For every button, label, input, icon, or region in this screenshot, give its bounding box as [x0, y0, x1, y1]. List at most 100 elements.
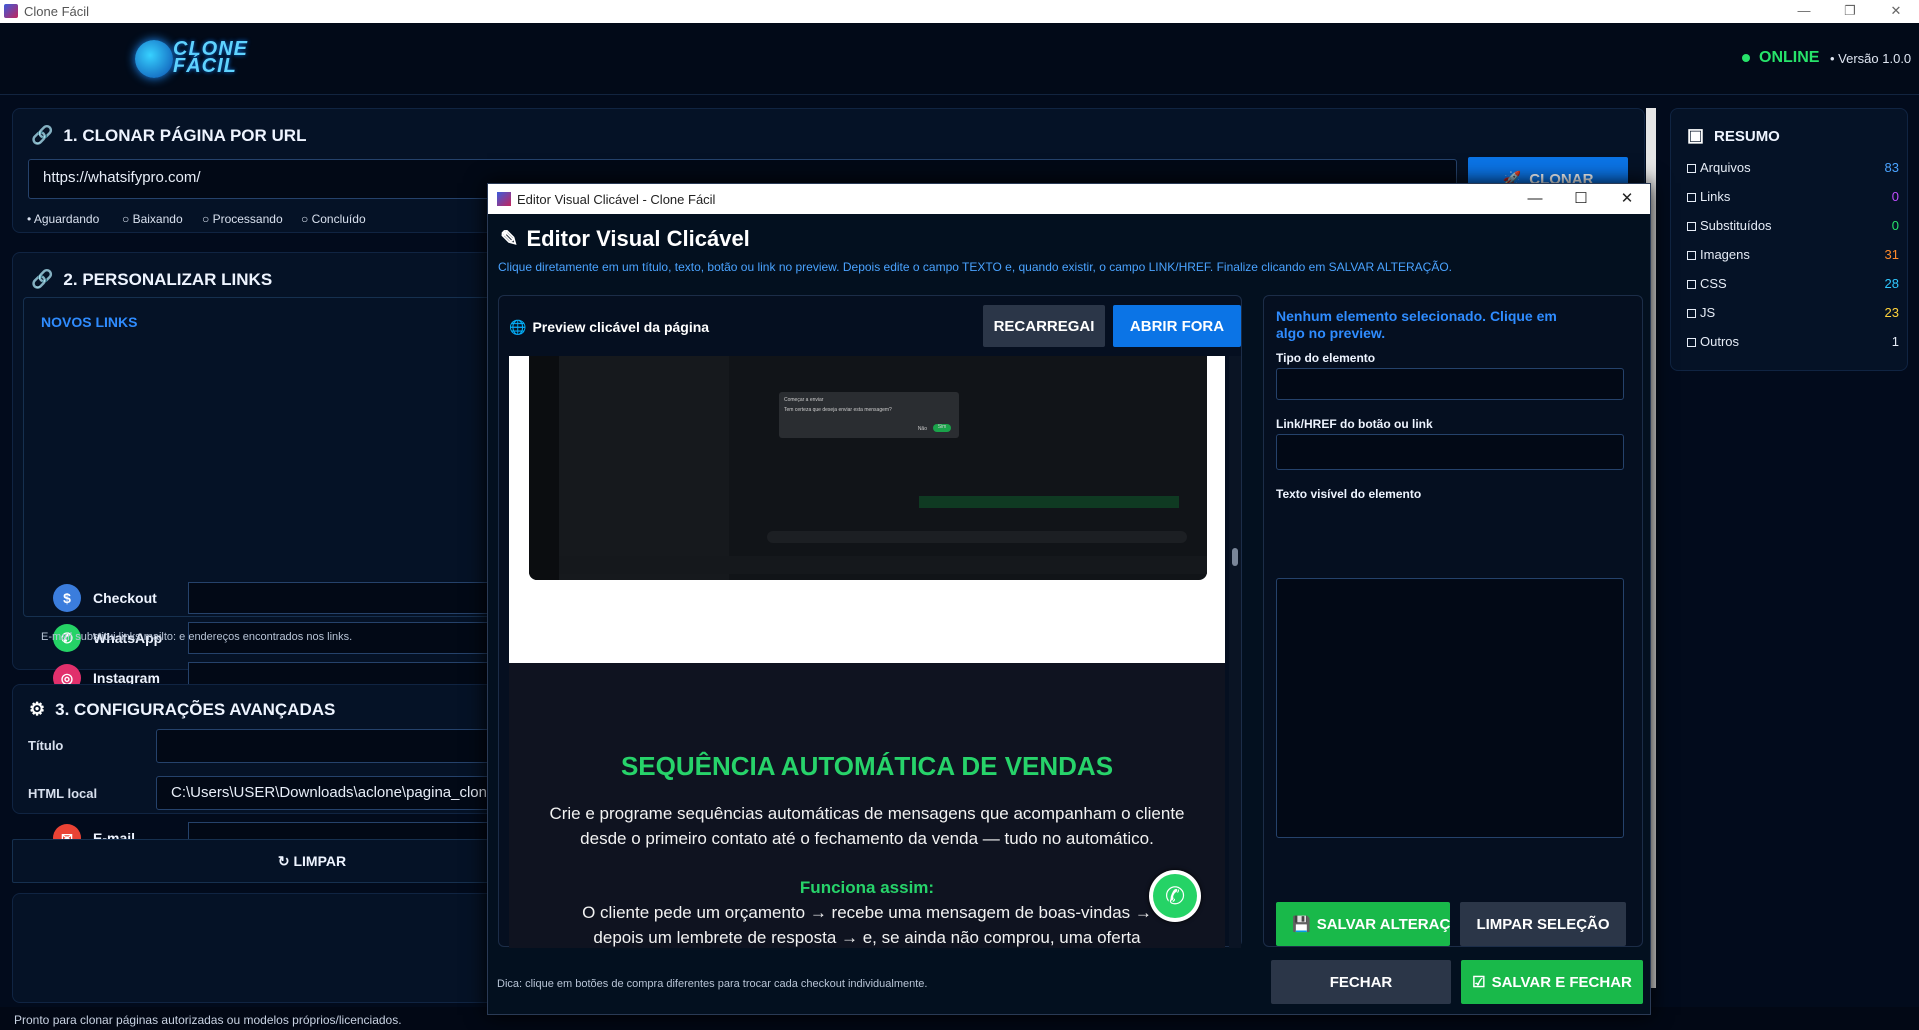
link-row-checkout: $ Checkout: [53, 581, 157, 615]
preview-panel: 🌐 Preview clicável da página RECARREGAI A…: [498, 295, 1242, 948]
element-type-input[interactable]: [1276, 368, 1624, 400]
section1-title: 🔗 1. CLONAR PÁGINA POR URL: [31, 125, 307, 145]
screenshot-tabs: [559, 556, 1207, 574]
summary-value: 83: [1884, 160, 1899, 175]
summary-title: ▣ RESUMO: [1687, 125, 1780, 145]
preview-title: 🌐 Preview clicável da página: [509, 319, 710, 335]
app-titlebar: Clone Fácil — ❐ ✕: [0, 0, 1919, 23]
links-subtitle: NOVOS LINKS: [41, 314, 138, 330]
summary-panel: ▣ RESUMO: [1670, 108, 1908, 371]
maximize-button[interactable]: ❐: [1827, 0, 1873, 23]
reload-button[interactable]: RECARREGAI: [983, 305, 1105, 347]
preview-paragraph[interactable]: Crie e programe sequências automáticas d…: [539, 801, 1195, 851]
checkbox-icon: [1687, 338, 1696, 347]
summary-row-js: JS 23: [1687, 305, 1899, 320]
app-header: CLONE FÁCIL ONLINE • Versão 1.0.0: [0, 23, 1919, 95]
href-input[interactable]: [1276, 434, 1624, 470]
checkbox-icon: [1687, 164, 1696, 173]
app-title: Clone Fácil: [24, 4, 90, 19]
logo-emblem-icon: [135, 40, 173, 78]
summary-value: 31: [1884, 247, 1899, 262]
screenshot-dialog: Começar a enviar Tem certeza que deseja e…: [779, 392, 959, 438]
screenshot-chat-list: [559, 356, 729, 580]
dialog-close-button-bottom[interactable]: FECHAR: [1271, 960, 1451, 1004]
stage-waiting: • Aguardando: [27, 212, 100, 226]
email-note: E-mail substitui links mailto: e endereç…: [41, 631, 353, 643]
preview-app-screenshot: Começar a enviar Tem certeza que deseja e…: [529, 356, 1207, 580]
summary-value: 28: [1884, 276, 1899, 291]
summary-value: 0: [1891, 189, 1899, 204]
dialog-window-title: Editor Visual Clicável - Clone Fácil: [517, 192, 716, 207]
html-local-label: HTML local: [28, 786, 98, 801]
checkbox-icon: [1687, 193, 1696, 202]
link-icon: 🔗: [31, 125, 54, 145]
box-icon: ▣: [1687, 125, 1705, 145]
title-label: Título: [28, 738, 64, 753]
element-editor-panel: Nenhum elemento selecionado. Clique em a…: [1263, 295, 1643, 947]
dialog-titlebar: Editor Visual Clicável - Clone Fácil — ☐…: [488, 184, 1650, 214]
dialog-close-button[interactable]: ✕: [1604, 184, 1650, 214]
summary-value: 23: [1884, 305, 1899, 320]
link-input-checkout[interactable]: [188, 582, 508, 614]
dialog-instructions: Clique diretamente em um título, texto, …: [498, 260, 1453, 274]
check-icon: ☑: [1472, 974, 1486, 991]
version-label: • Versão 1.0.0: [1830, 51, 1912, 66]
link-name: Checkout: [93, 590, 157, 606]
preview-steps-1[interactable]: O cliente pede um orçamento → recebe uma…: [509, 903, 1225, 923]
minimize-button[interactable]: —: [1781, 0, 1827, 23]
preview-frame[interactable]: Começar a enviar Tem certeza que deseja e…: [509, 356, 1225, 948]
section3-title: ⚙ 3. CONFIGURAÇÕES AVANÇADAS: [29, 699, 336, 719]
summary-row-css: CSS 28: [1687, 276, 1899, 291]
no-selection-message: Nenhum elemento selecionado. Clique em a…: [1276, 308, 1557, 341]
dollar-icon: $: [53, 584, 81, 612]
checkbox-icon: [1687, 251, 1696, 260]
clear-selection-button[interactable]: LIMPAR SELEÇÃO: [1460, 902, 1626, 946]
element-text-area[interactable]: [1276, 578, 1624, 838]
open-outside-button[interactable]: ABRIR FORA: [1113, 305, 1241, 347]
checkbox-icon: [1687, 280, 1696, 289]
checkbox-icon: [1687, 309, 1696, 318]
online-status: ONLINE: [1742, 49, 1819, 67]
screenshot-sidebar: [529, 356, 559, 580]
section2-title: 🔗 2. PERSONALIZAR LINKS: [31, 269, 273, 289]
stage-done: ○ Concluído: [301, 212, 366, 226]
element-type-label: Tipo do elemento: [1276, 351, 1376, 365]
stage-processing: ○ Processando: [202, 212, 283, 226]
online-dot-icon: [1742, 53, 1750, 62]
close-button[interactable]: ✕: [1873, 0, 1919, 23]
summary-value: 0: [1891, 218, 1899, 233]
screenshot-message: [919, 496, 1179, 508]
whatsapp-float-icon[interactable]: ✆: [1149, 870, 1201, 922]
dialog-tip: Dica: clique em botões de compra diferen…: [497, 978, 928, 990]
summary-row-links: Links 0: [1687, 189, 1899, 204]
element-text-label: Texto visível do elemento: [1276, 487, 1422, 501]
dialog-app-icon: [497, 192, 511, 206]
preview-scrollbar[interactable]: [1229, 356, 1241, 948]
summary-value: 1: [1891, 334, 1899, 349]
preview-subheading[interactable]: Funciona assim:: [509, 878, 1225, 898]
preview-steps-2[interactable]: depois um lembrete de resposta → e, se a…: [509, 928, 1225, 948]
save-icon: 💾: [1292, 916, 1311, 933]
stage-downloading: ○ Baixando: [122, 212, 183, 226]
summary-row-arquivos: Arquivos 83: [1687, 160, 1899, 175]
app-icon: [4, 4, 18, 18]
checkbox-icon: [1687, 222, 1696, 231]
pencil-icon: ✎: [500, 226, 519, 251]
save-and-close-button[interactable]: ☑ SALVAR E FECHAR: [1461, 960, 1643, 1004]
save-change-button[interactable]: 💾 SALVAR ALTERAÇ: [1276, 902, 1450, 946]
dialog-heading: ✎ Editor Visual Clicável: [500, 226, 750, 251]
dialog-minimize-button[interactable]: —: [1512, 184, 1558, 214]
preview-screenshot-section: Começar a enviar Tem certeza que deseja e…: [509, 356, 1225, 663]
chain-icon: 🔗: [31, 269, 54, 289]
gear-icon: ⚙: [29, 699, 46, 719]
clone-facil-logo: CLONE FÁCIL: [135, 36, 260, 82]
href-label: Link/HREF do botão ou link: [1276, 417, 1433, 431]
summary-row-substituídos: Substituídos 0: [1687, 218, 1899, 233]
logo-line2: FÁCIL: [173, 55, 237, 77]
globe-icon: 🌐: [509, 319, 527, 335]
dialog-maximize-button[interactable]: ☐: [1558, 184, 1604, 214]
summary-row-imagens: Imagens 31: [1687, 247, 1899, 262]
summary-row-outros: Outros 1: [1687, 334, 1899, 349]
visual-editor-dialog: Editor Visual Clicável - Clone Fácil — ☐…: [487, 183, 1651, 1015]
preview-section-heading[interactable]: SEQUÊNCIA AUTOMÁTICA DE VENDAS: [509, 751, 1225, 782]
